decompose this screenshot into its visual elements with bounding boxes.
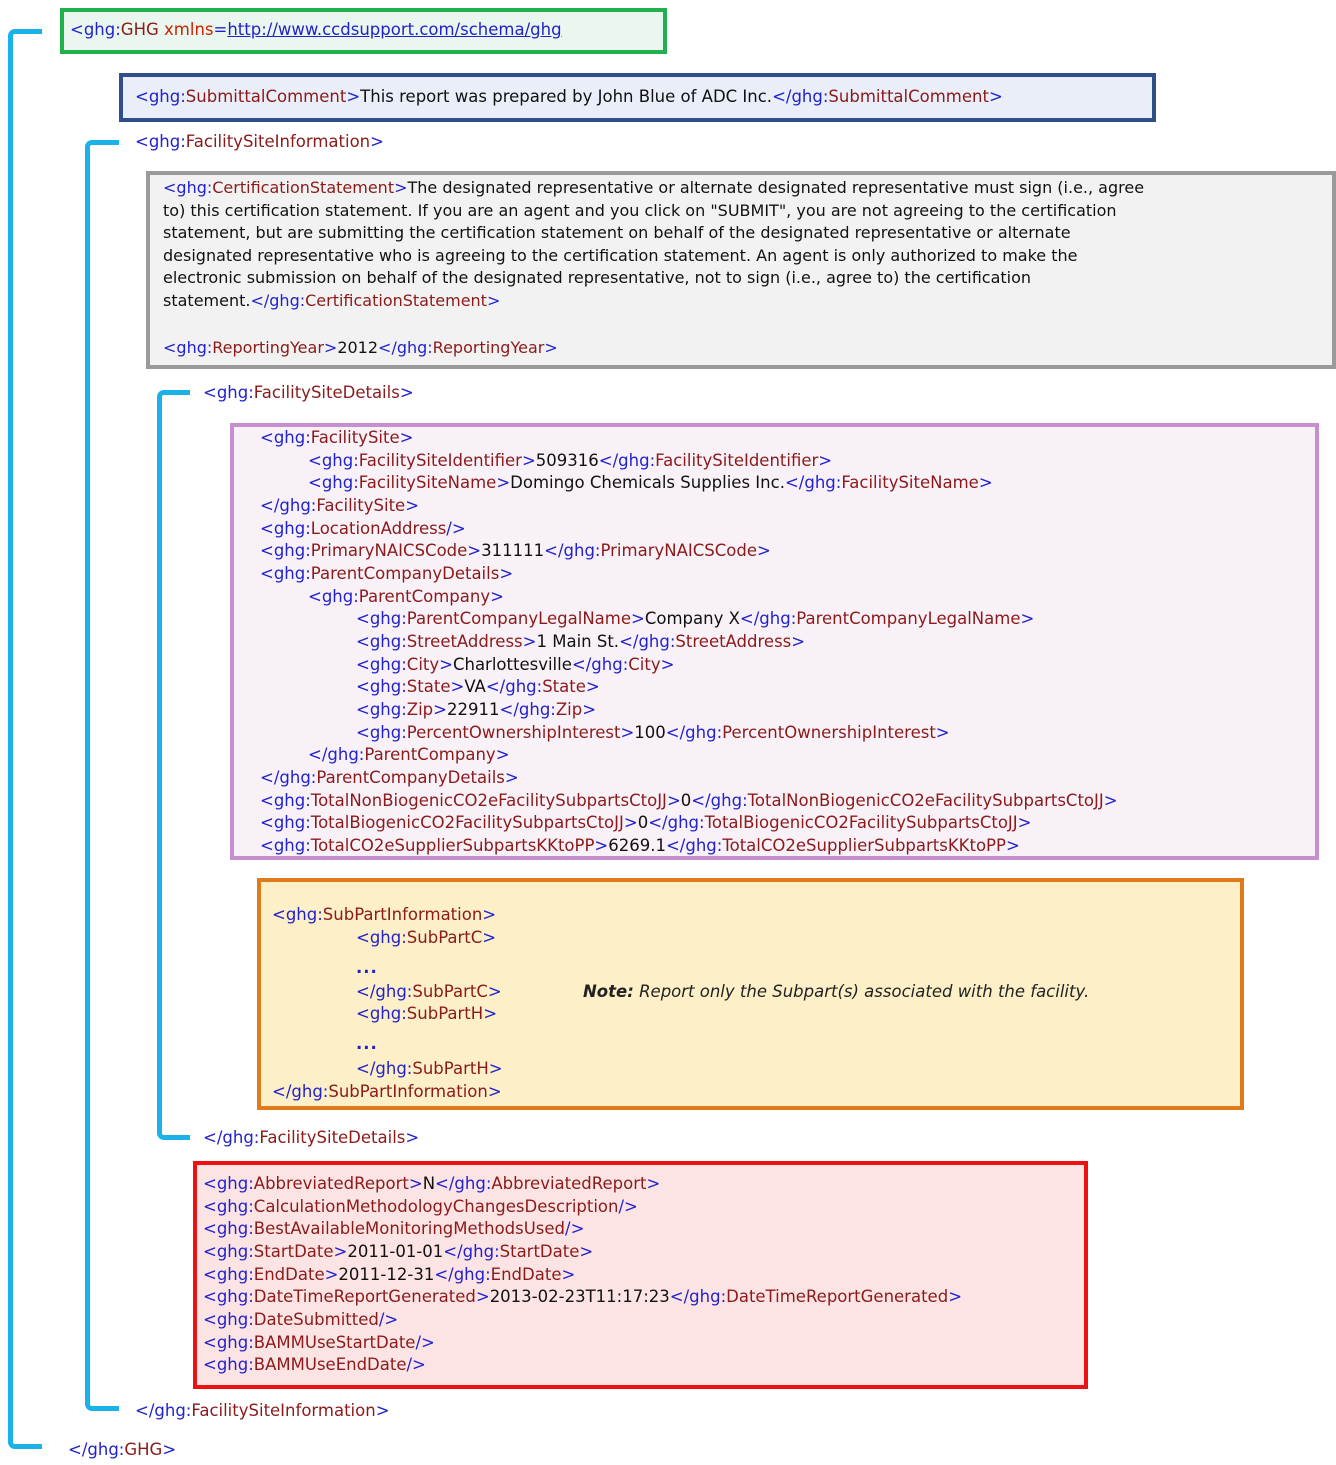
bamm-use-start-date: <ghg:BAMMUseStartDate/> bbox=[203, 1333, 435, 1352]
total-nonbiogenic-co2e: <ghg:TotalNonBiogenicCO2eFacilitySubpart… bbox=[260, 791, 1118, 810]
subpart-c-open: <ghg:SubPartC> bbox=[356, 928, 497, 947]
facility-site-information-close: </ghg:FacilitySiteInformation> bbox=[135, 1401, 390, 1420]
parent-company-legal-name: <ghg:ParentCompanyLegalName>Company X</g… bbox=[356, 609, 1035, 628]
facility-site-open: <ghg:FacilitySite> bbox=[260, 428, 414, 447]
subpart-c-close: </ghg:SubPartC> bbox=[356, 982, 502, 1001]
submittal-comment-element: <ghg:SubmittalComment>This report was pr… bbox=[135, 87, 1003, 106]
primary-naics-code: <ghg:PrimaryNAICSCode>311111</ghg:Primar… bbox=[260, 541, 771, 560]
facility-site-close: </ghg:FacilitySite> bbox=[260, 496, 420, 515]
subpart-information-open: <ghg:SubPartInformation> bbox=[272, 905, 497, 924]
parent-company-open: <ghg:ParentCompany> bbox=[308, 587, 504, 606]
date-submitted: <ghg:DateSubmitted/> bbox=[203, 1310, 399, 1329]
root-close-tag: </ghg:GHG> bbox=[68, 1440, 177, 1459]
calculation-methodology-changes: <ghg:CalculationMethodologyChangesDescri… bbox=[203, 1197, 638, 1216]
root-open-tag: <ghg:GHG xmlns=http://www.ccdsupport.com… bbox=[70, 20, 562, 39]
zip: <ghg:Zip>22911</ghg:Zip> bbox=[356, 700, 597, 719]
bamm-use-end-date: <ghg:BAMMUseEndDate/> bbox=[203, 1355, 426, 1374]
facility-site-identifier: <ghg:FacilitySiteIdentifier>509316</ghg:… bbox=[308, 451, 833, 470]
parent-company-details-open: <ghg:ParentCompanyDetails> bbox=[260, 564, 514, 583]
certification-statement: <ghg:CertificationStatement>The designat… bbox=[163, 178, 1145, 310]
location-address: <ghg:LocationAddress/> bbox=[260, 519, 466, 538]
facility-site-details-open: <ghg:FacilitySiteDetails> bbox=[203, 383, 414, 402]
total-co2e-supplier: <ghg:TotalCO2eSupplierSubpartsKKtoPP>626… bbox=[260, 836, 1020, 855]
schema-link[interactable]: http://www.ccdsupport.com/schema/ghg bbox=[227, 20, 561, 39]
start-date: <ghg:StartDate>2011-01-01</ghg:StartDate… bbox=[203, 1242, 594, 1261]
state: <ghg:State>VA</ghg:State> bbox=[356, 677, 600, 696]
percent-ownership-interest: <ghg:PercentOwnershipInterest>100</ghg:P… bbox=[356, 723, 950, 742]
date-time-report-generated: <ghg:DateTimeReportGenerated>2013-02-23T… bbox=[203, 1287, 963, 1306]
end-date: <ghg:EndDate>2011-12-31</ghg:EndDate> bbox=[203, 1265, 576, 1284]
subpart-note: Note: Report only the Subpart(s) associa… bbox=[583, 982, 1090, 1001]
subpart-h-open: <ghg:SubPartH> bbox=[356, 1004, 498, 1023]
subpart-c-ellipsis: ... bbox=[356, 958, 378, 977]
facility-site-details-bracket bbox=[157, 390, 190, 1140]
facility-site-name: <ghg:FacilitySiteName>Domingo Chemicals … bbox=[308, 473, 993, 492]
facility-site-details-close: </ghg:FacilitySiteDetails> bbox=[203, 1128, 420, 1147]
abbreviated-report: <ghg:AbbreviatedReport>N</ghg:Abbreviate… bbox=[203, 1174, 661, 1193]
total-biogenic-co2: <ghg:TotalBiogenicCO2FacilitySubpartsCto… bbox=[260, 813, 1032, 832]
best-available-monitoring: <ghg:BestAvailableMonitoringMethodsUsed/… bbox=[203, 1219, 585, 1238]
reporting-year-element: <ghg:ReportingYear>2012</ghg:ReportingYe… bbox=[163, 338, 558, 357]
subpart-information-close: </ghg:SubPartInformation> bbox=[272, 1082, 502, 1101]
root-bracket bbox=[8, 29, 42, 1449]
parent-company-close: </ghg:ParentCompany> bbox=[308, 745, 510, 764]
subpart-h-ellipsis: ... bbox=[356, 1034, 378, 1053]
facility-site-information-bracket bbox=[85, 140, 119, 1411]
parent-company-details-close: </ghg:ParentCompanyDetails> bbox=[260, 768, 519, 787]
city: <ghg:City>Charlottesville</ghg:City> bbox=[356, 655, 675, 674]
subpart-h-close: </ghg:SubPartH> bbox=[356, 1059, 503, 1078]
facility-site-information-open: <ghg:FacilitySiteInformation> bbox=[135, 132, 384, 151]
street-address: <ghg:StreetAddress>1 Main St.</ghg:Stree… bbox=[356, 632, 806, 651]
